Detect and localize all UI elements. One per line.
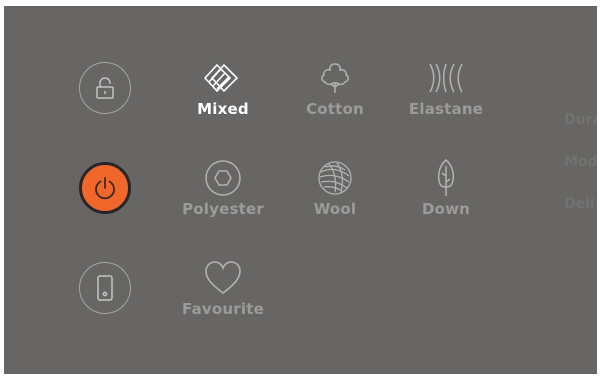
power-button[interactable] — [79, 162, 131, 214]
fabric-favourite[interactable]: Favourite — [171, 258, 275, 328]
fabric-label: Favourite — [182, 300, 264, 318]
fabric-wool[interactable]: Wool — [283, 158, 387, 228]
wool-icon — [318, 161, 352, 195]
fabric-label: Elastane — [408, 100, 484, 118]
lock-icon — [96, 77, 114, 99]
fabric-cotton[interactable]: Cotton — [283, 58, 387, 128]
fabric-label: Mixed — [197, 100, 249, 118]
power-icon — [95, 177, 115, 200]
fabric-label: Polyester — [182, 200, 264, 218]
fabric-elastane[interactable]: Elastane — [394, 58, 498, 128]
down-feather-icon — [437, 159, 455, 196]
fabric-label: Down — [421, 200, 471, 218]
fabric-label: Wool — [313, 200, 357, 218]
side-option-durable[interactable]: Dura — [564, 110, 597, 152]
phone-icon — [97, 275, 113, 301]
side-option-delicate[interactable]: Deli — [564, 194, 597, 236]
lock-button[interactable] — [79, 62, 131, 114]
cotton-icon — [321, 63, 349, 93]
heart-icon — [205, 261, 241, 295]
fabric-polyester[interactable]: Polyester — [171, 158, 275, 228]
fabric-mixed[interactable]: Mixed — [171, 58, 275, 128]
fabric-down[interactable]: Down — [394, 158, 498, 228]
control-panel: Mixed Cotton Elastane Polyester Wool Dow… — [4, 6, 597, 374]
side-option-mode[interactable]: Mod — [564, 152, 597, 194]
elastane-icon — [429, 63, 463, 93]
mixed-fabric-icon — [203, 63, 239, 93]
side-options: Dura Mod Deli — [564, 110, 597, 236]
fabric-label: Cotton — [306, 100, 364, 118]
polyester-icon — [205, 160, 241, 196]
remote-button[interactable] — [79, 262, 131, 314]
